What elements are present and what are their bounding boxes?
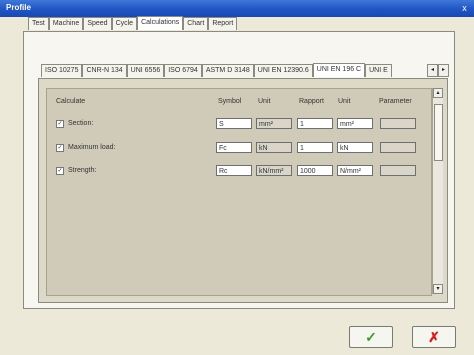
subtab-astm-d-3148[interactable]: ASTM D 3148 bbox=[201, 64, 254, 77]
subtab-iso-6794[interactable]: ISO 6794 bbox=[164, 64, 202, 77]
chevron-left-icon[interactable]: ◂ bbox=[427, 64, 438, 77]
chevron-right-icon[interactable]: ▸ bbox=[438, 64, 449, 77]
header-rapport: Rapport bbox=[299, 98, 324, 105]
scroll-up-icon[interactable]: ▴ bbox=[433, 88, 443, 98]
rapport-field[interactable]: 1000 bbox=[297, 165, 333, 176]
unit-field[interactable]: mm² bbox=[256, 118, 292, 129]
subtab-uni-6556[interactable]: UNI 6556 bbox=[126, 64, 165, 77]
unit-field[interactable]: kN/mm² bbox=[256, 165, 292, 176]
row-checkbox[interactable]: ✓ bbox=[56, 120, 64, 128]
parameter-field[interactable] bbox=[380, 118, 416, 129]
tab-cycle[interactable]: Cycle bbox=[111, 17, 138, 30]
header-symbol: Symbol bbox=[218, 98, 242, 105]
unit-field[interactable]: kN bbox=[256, 142, 292, 153]
tab-machine[interactable]: Machine bbox=[48, 17, 84, 30]
header-unit: Unit bbox=[258, 98, 271, 105]
symbol-field[interactable]: Rc bbox=[216, 165, 252, 176]
vertical-scrollbar[interactable]: ▴ ▾ bbox=[432, 88, 443, 294]
header-parameter: Parameter bbox=[379, 98, 412, 105]
tab-calculations[interactable]: Calculations bbox=[137, 16, 184, 30]
window-title: Profile bbox=[6, 3, 31, 12]
unit-2-field[interactable]: mm² bbox=[337, 118, 373, 129]
row-checkbox[interactable]: ✓ bbox=[56, 144, 64, 152]
row-checkbox[interactable]: ✓ bbox=[56, 167, 64, 175]
rapport-field[interactable]: 1 bbox=[297, 142, 333, 153]
header-calculate: Calculate bbox=[56, 98, 86, 105]
ok-button[interactable]: ✓ bbox=[349, 326, 393, 348]
row-label: Strength: bbox=[68, 167, 97, 174]
parameter-field[interactable] bbox=[380, 165, 416, 176]
unit-2-field[interactable]: N/mm² bbox=[337, 165, 373, 176]
cancel-button[interactable]: ✗ bbox=[412, 326, 456, 348]
subtab-uni-en-12390-6[interactable]: UNI EN 12390.6 bbox=[253, 64, 313, 77]
tab-speed[interactable]: Speed bbox=[83, 17, 112, 30]
subtab-uni-e[interactable]: UNI E bbox=[365, 64, 392, 77]
subtab-iso-10275[interactable]: ISO 10275 bbox=[41, 64, 83, 77]
tab-scroll-arrows: ◂ ▸ bbox=[427, 64, 449, 77]
scroll-thumb[interactable] bbox=[434, 104, 443, 161]
standard-tab-strip: ISO 10275 CNR-N 134 UNI 6556 ISO 6794 AS… bbox=[41, 63, 392, 78]
row-label: Maximum load: bbox=[68, 144, 116, 151]
header-unit-2: Unit bbox=[338, 98, 351, 105]
scroll-down-icon[interactable]: ▾ bbox=[433, 284, 443, 294]
tab-report[interactable]: Report bbox=[208, 17, 238, 30]
row-label: Section: bbox=[68, 120, 94, 127]
title-bar: Profile x bbox=[0, 0, 474, 17]
subtab-uni-en-196-c[interactable]: UNI EN 196 C bbox=[312, 63, 366, 77]
rapport-field[interactable]: 1 bbox=[297, 118, 333, 129]
subtab-cnr-n-134[interactable]: CNR-N 134 bbox=[82, 64, 127, 77]
close-icon[interactable]: x bbox=[458, 2, 471, 14]
tab-chart[interactable]: Chart bbox=[183, 17, 209, 30]
parameter-field[interactable] bbox=[380, 142, 416, 153]
tab-test[interactable]: Test bbox=[28, 17, 49, 30]
main-tab-strip: Test Machine Speed Cycle Calculations Ch… bbox=[28, 16, 238, 31]
symbol-field[interactable]: S bbox=[216, 118, 252, 129]
unit-2-field[interactable]: kN bbox=[337, 142, 373, 153]
symbol-field[interactable]: Fc bbox=[216, 142, 252, 153]
